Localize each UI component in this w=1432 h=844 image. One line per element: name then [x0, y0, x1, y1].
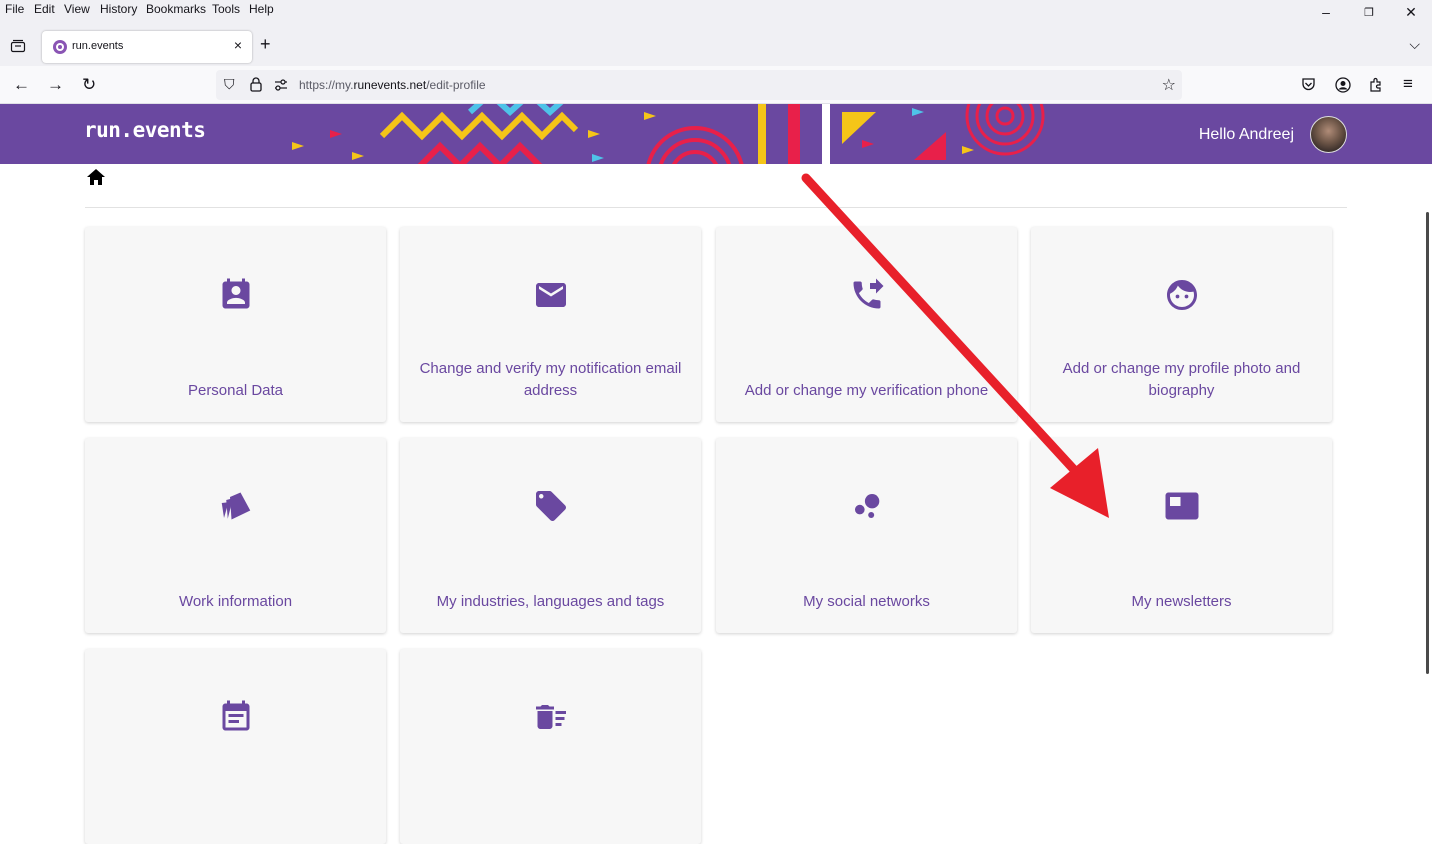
card-personal-data[interactable]: Personal Data	[85, 227, 386, 422]
url-prefix: https://my.	[299, 78, 354, 92]
window-close-icon[interactable]: ✕	[1396, 4, 1426, 24]
header-divider	[85, 207, 1347, 208]
list-all-tabs-icon[interactable]: ⌵	[1409, 36, 1420, 53]
menu-view[interactable]: View	[64, 2, 90, 16]
tab-manager-icon[interactable]	[10, 39, 26, 53]
card-label: My newsletters	[1131, 593, 1232, 610]
delete-sweep-icon	[535, 705, 566, 729]
menu-tools[interactable]: Tools	[212, 2, 240, 16]
lock-icon[interactable]	[250, 77, 262, 92]
tab-close-icon[interactable]: ×	[234, 37, 242, 53]
url-path: /edit-profile	[426, 78, 486, 92]
menu-help[interactable]: Help	[249, 2, 274, 16]
forward-arrow-icon[interactable]: →	[47, 75, 64, 95]
run-events-favicon-icon	[53, 40, 67, 54]
bubble-chart-icon	[854, 494, 879, 518]
site-logo[interactable]: run.events	[84, 118, 206, 142]
card-notification-email[interactable]: Change and verify my notification email …	[400, 227, 701, 422]
browser-navbar: ← → ↻ ⛉ https://my.runevents.net/edit-pr…	[0, 66, 1432, 104]
site-header: run.events Hello Andreej	[0, 104, 1432, 164]
face-icon	[1166, 280, 1197, 310]
new-tab-button[interactable]: +	[260, 34, 271, 55]
mail-icon	[535, 283, 566, 307]
swatch-book-icon	[221, 492, 250, 520]
menu-file[interactable]: File	[5, 2, 24, 16]
minimize-icon[interactable]: –	[1311, 4, 1341, 24]
contact-calendar-icon	[222, 278, 249, 309]
browser-menubar: File Edit View History Bookmarks Tools H…	[0, 0, 1432, 28]
restore-icon[interactable]: ❐	[1354, 6, 1384, 26]
menu-edit[interactable]: Edit	[34, 2, 55, 16]
card-profile-photo[interactable]: Add or change my profile photo and biogr…	[1031, 227, 1332, 422]
card-label: Add or change my verification phone	[744, 382, 989, 399]
card-label: Change and verify my notification email …	[419, 360, 682, 399]
card-label: My social networks	[803, 593, 930, 610]
event-note-icon	[222, 700, 249, 731]
newsletter-icon	[1165, 492, 1198, 520]
home-icon[interactable]	[86, 168, 106, 186]
card-industries-tags[interactable]: My industries, languages and tags	[400, 438, 701, 633]
account-icon[interactable]	[1335, 77, 1351, 93]
url-text[interactable]: https://my.runevents.net/edit-profile	[299, 78, 486, 92]
card-label: Add or change my profile photo and biogr…	[1062, 360, 1301, 399]
card-work-information[interactable]: Work information	[85, 438, 386, 633]
header-gap	[822, 104, 830, 164]
shield-icon[interactable]: ⛉	[224, 76, 235, 93]
user-avatar[interactable]	[1310, 116, 1347, 153]
card-events[interactable]	[85, 649, 386, 844]
url-domain: runevents.net	[353, 78, 427, 92]
phone-forward-icon	[853, 278, 883, 309]
pocket-icon[interactable]	[1301, 77, 1316, 92]
extensions-icon[interactable]	[1368, 77, 1384, 93]
card-label: My industries, languages and tags	[436, 593, 665, 610]
back-arrow-icon[interactable]: ←	[13, 75, 30, 95]
card-social-networks[interactable]: My social networks	[716, 438, 1017, 633]
page-scrollbar[interactable]	[1426, 212, 1429, 674]
card-newsletters[interactable]: My newsletters	[1031, 438, 1332, 633]
card-verification-phone[interactable]: Add or change my verification phone	[716, 227, 1017, 422]
menu-bookmarks[interactable]: Bookmarks	[146, 2, 206, 16]
card-label: Personal Data	[187, 382, 284, 399]
tag-icon	[535, 491, 566, 521]
hamburger-menu-icon[interactable]: ≡	[1403, 74, 1413, 94]
tab-run-events[interactable]: run.events ×	[42, 31, 252, 63]
user-greeting[interactable]: Hello Andreej	[1199, 126, 1294, 144]
permissions-icon[interactable]	[274, 79, 288, 91]
reload-icon[interactable]: ↻	[82, 75, 96, 95]
tab-strip: run.events × + ⌵	[0, 28, 1432, 66]
url-bar[interactable]: ⛉ https://my.runevents.net/edit-profile …	[216, 70, 1182, 100]
menu-history[interactable]: History	[100, 2, 137, 16]
tab-title: run.events	[72, 40, 124, 52]
card-delete-data[interactable]	[400, 649, 701, 844]
card-label: Work information	[178, 593, 293, 610]
bookmark-star-icon[interactable]: ☆	[1162, 75, 1176, 95]
